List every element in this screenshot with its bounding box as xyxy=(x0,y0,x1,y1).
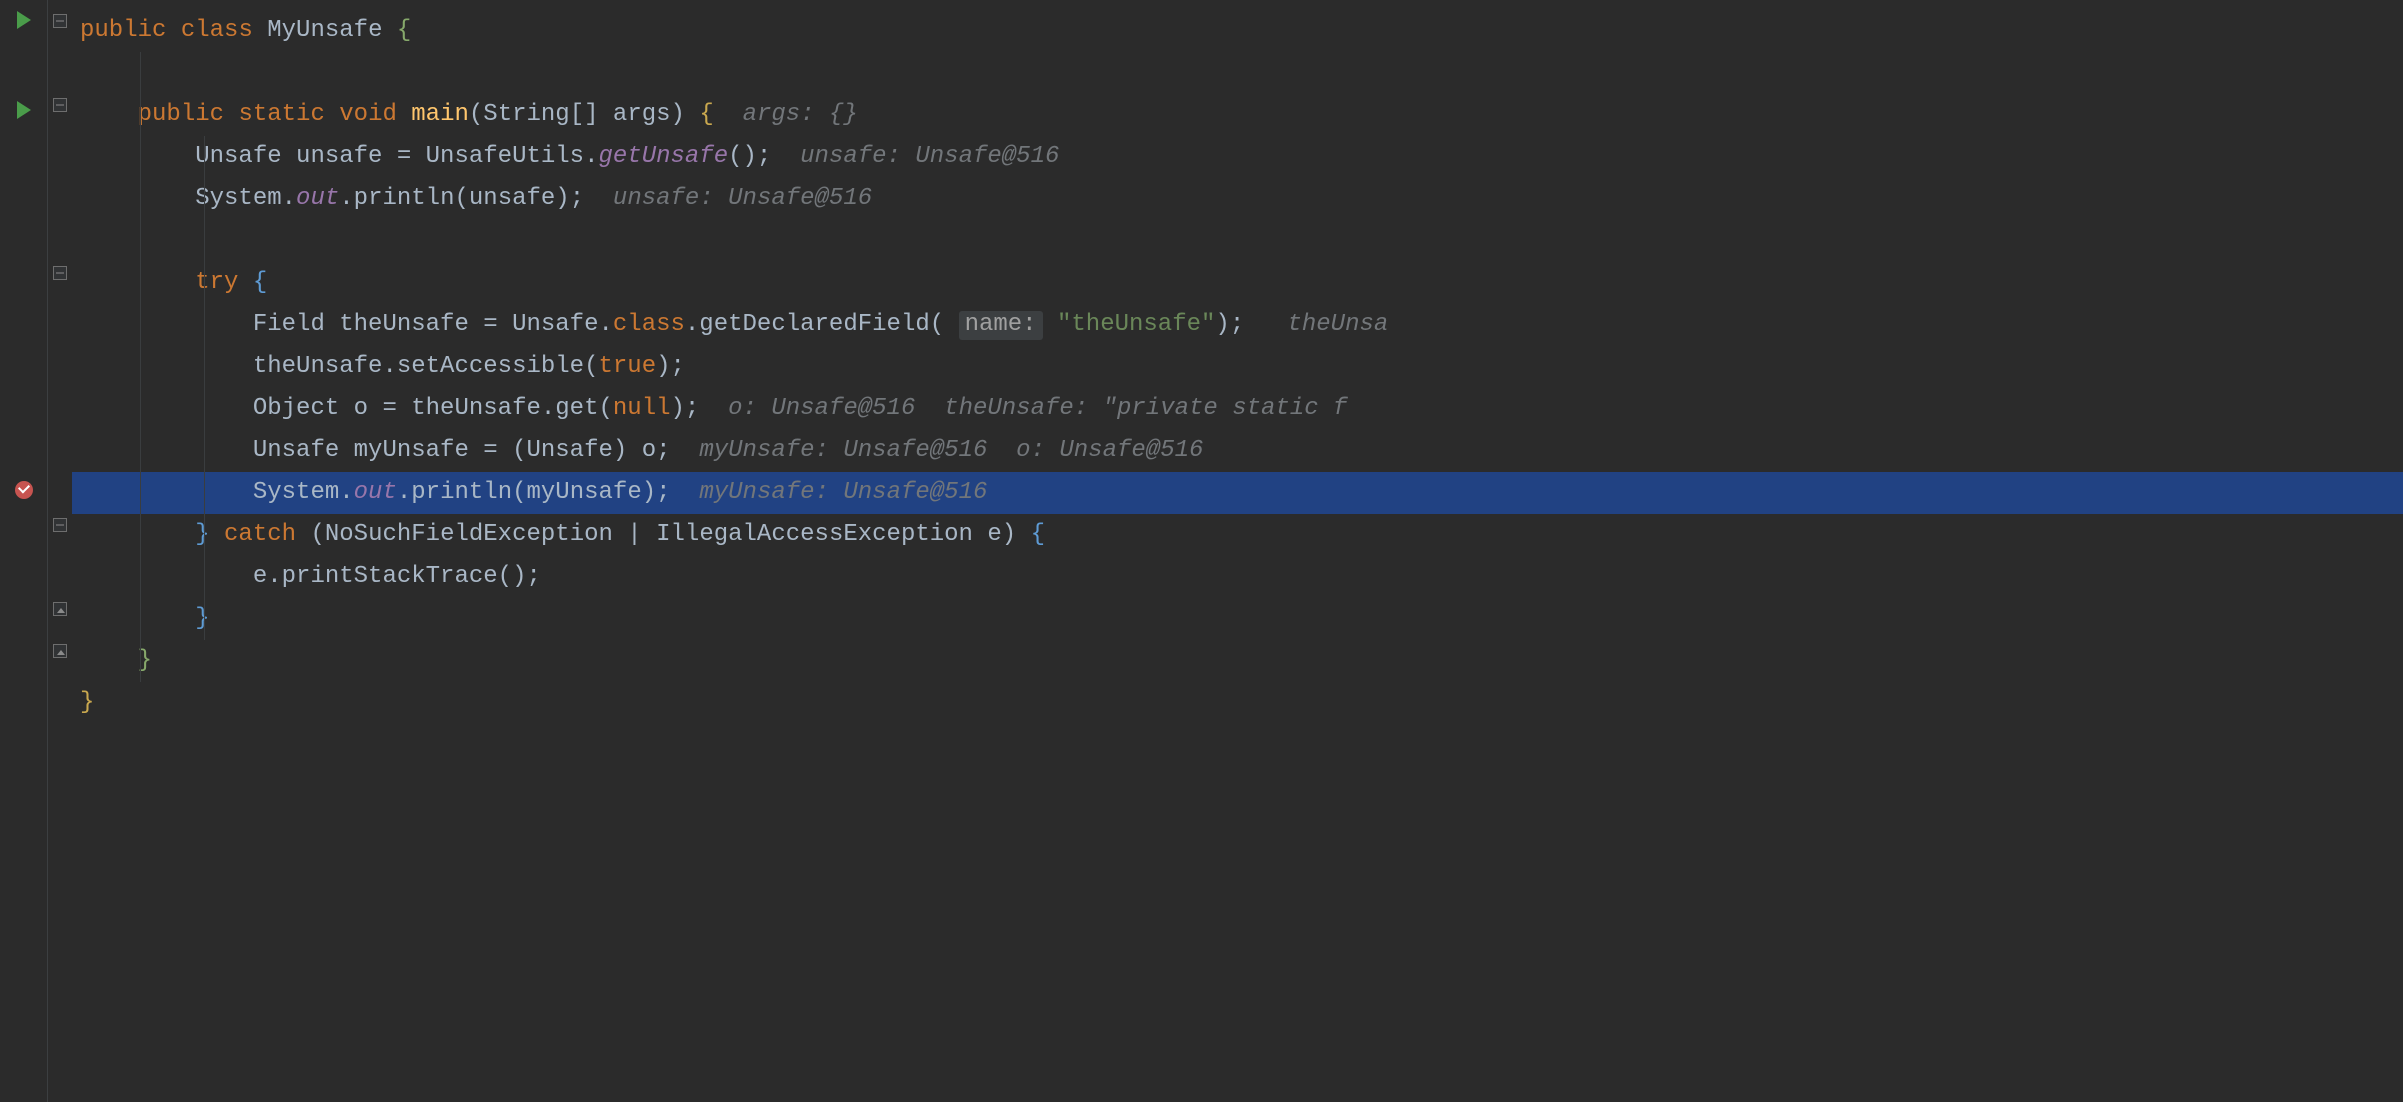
code-text: Unsafe unsafe = UnsafeUtils. xyxy=(195,143,598,170)
inline-hint: unsafe: Unsafe@516 xyxy=(613,185,872,212)
keyword: public xyxy=(80,17,166,44)
inline-hint: args: {} xyxy=(743,101,858,128)
code-text: Field theUnsafe = Unsafe. xyxy=(253,311,613,338)
brace: } xyxy=(195,605,209,632)
keyword: void xyxy=(339,101,397,128)
code-text: (); xyxy=(728,143,771,170)
static-field: out xyxy=(296,185,339,212)
code-line[interactable]: Unsafe unsafe = UnsafeUtils.getUnsafe();… xyxy=(72,136,2403,178)
run-class-icon[interactable] xyxy=(14,10,34,30)
inline-hint: o: Unsafe@516 theUnsafe: "private static… xyxy=(728,395,1347,422)
code-line[interactable]: public static void main(String[] args) {… xyxy=(72,94,2403,136)
code-line[interactable]: } xyxy=(72,640,2403,682)
inline-hint: myUnsafe: Unsafe@516 xyxy=(699,479,987,506)
run-main-icon[interactable] xyxy=(14,100,34,120)
code-text: .println(unsafe); xyxy=(339,185,584,212)
static-field: out xyxy=(354,479,397,506)
keyword: null xyxy=(613,395,671,422)
class-name: MyUnsafe xyxy=(267,17,382,44)
code-line[interactable] xyxy=(72,52,2403,94)
code-line[interactable]: } catch (NoSuchFieldException | IllegalA… xyxy=(72,514,2403,556)
code-line[interactable]: System.out.println(unsafe); unsafe: Unsa… xyxy=(72,178,2403,220)
code-line[interactable]: try { xyxy=(72,262,2403,304)
brace: { xyxy=(699,101,713,128)
code-text: ); xyxy=(671,395,700,422)
code-line[interactable] xyxy=(72,220,2403,262)
code-line-current[interactable]: System.out.println(myUnsafe); myUnsafe: … xyxy=(72,472,2403,514)
param-hint: name: xyxy=(959,311,1043,340)
code-line[interactable]: e.printStackTrace(); xyxy=(72,556,2403,598)
keyword: try xyxy=(195,269,238,296)
code-text: System. xyxy=(253,479,354,506)
keyword: class xyxy=(181,17,253,44)
string-literal: "theUnsafe" xyxy=(1057,311,1215,338)
code-editor[interactable]: public class MyUnsafe { public static vo… xyxy=(72,0,2403,1102)
code-text: ); xyxy=(656,353,685,380)
fold-column xyxy=(48,0,72,1102)
code-text: .getDeclaredField( xyxy=(685,311,944,338)
params: (NoSuchFieldException | IllegalAccessExc… xyxy=(310,521,1016,548)
fold-handle[interactable] xyxy=(53,644,67,658)
breakpoint-icon[interactable] xyxy=(14,480,34,500)
inline-hint: unsafe: Unsafe@516 xyxy=(800,143,1059,170)
fold-handle[interactable] xyxy=(53,518,67,532)
code-line[interactable]: public class MyUnsafe { xyxy=(72,10,2403,52)
brace: { xyxy=(253,269,267,296)
code-line[interactable]: } xyxy=(72,598,2403,640)
code-line[interactable]: Object o = theUnsafe.get(null); o: Unsaf… xyxy=(72,388,2403,430)
code-line[interactable]: Field theUnsafe = Unsafe.class.getDeclar… xyxy=(72,304,2403,346)
fold-handle[interactable] xyxy=(53,266,67,280)
keyword: catch xyxy=(224,521,296,548)
keyword: public xyxy=(138,101,224,128)
method-name: main xyxy=(411,101,469,128)
inline-hint: myUnsafe: Unsafe@516 o: Unsafe@516 xyxy=(699,437,1203,464)
params: (String[] args) xyxy=(469,101,685,128)
code-text: theUnsafe.setAccessible( xyxy=(253,353,599,380)
keyword: true xyxy=(598,353,656,380)
inline-hint: theUnsa xyxy=(1287,311,1388,338)
brace: { xyxy=(397,17,411,44)
code-line[interactable]: } xyxy=(72,682,2403,724)
fold-handle[interactable] xyxy=(53,602,67,616)
keyword: static xyxy=(238,101,324,128)
brace: } xyxy=(80,689,94,716)
fold-handle[interactable] xyxy=(53,98,67,112)
keyword: class xyxy=(613,311,685,338)
code-text: System. xyxy=(195,185,296,212)
code-text: Unsafe myUnsafe = (Unsafe) o; xyxy=(253,437,671,464)
code-text: e.printStackTrace(); xyxy=(253,563,541,590)
code-text: .println(myUnsafe); xyxy=(397,479,671,506)
gutter xyxy=(0,0,48,1102)
fold-handle[interactable] xyxy=(53,14,67,28)
code-text: ); xyxy=(1215,311,1244,338)
brace: } xyxy=(195,521,209,548)
code-text: Object o = theUnsafe.get( xyxy=(253,395,613,422)
code-line[interactable]: Unsafe myUnsafe = (Unsafe) o; myUnsafe: … xyxy=(72,430,2403,472)
brace: { xyxy=(1031,521,1045,548)
code-line[interactable]: theUnsafe.setAccessible(true); xyxy=(72,346,2403,388)
static-call: getUnsafe xyxy=(598,143,728,170)
